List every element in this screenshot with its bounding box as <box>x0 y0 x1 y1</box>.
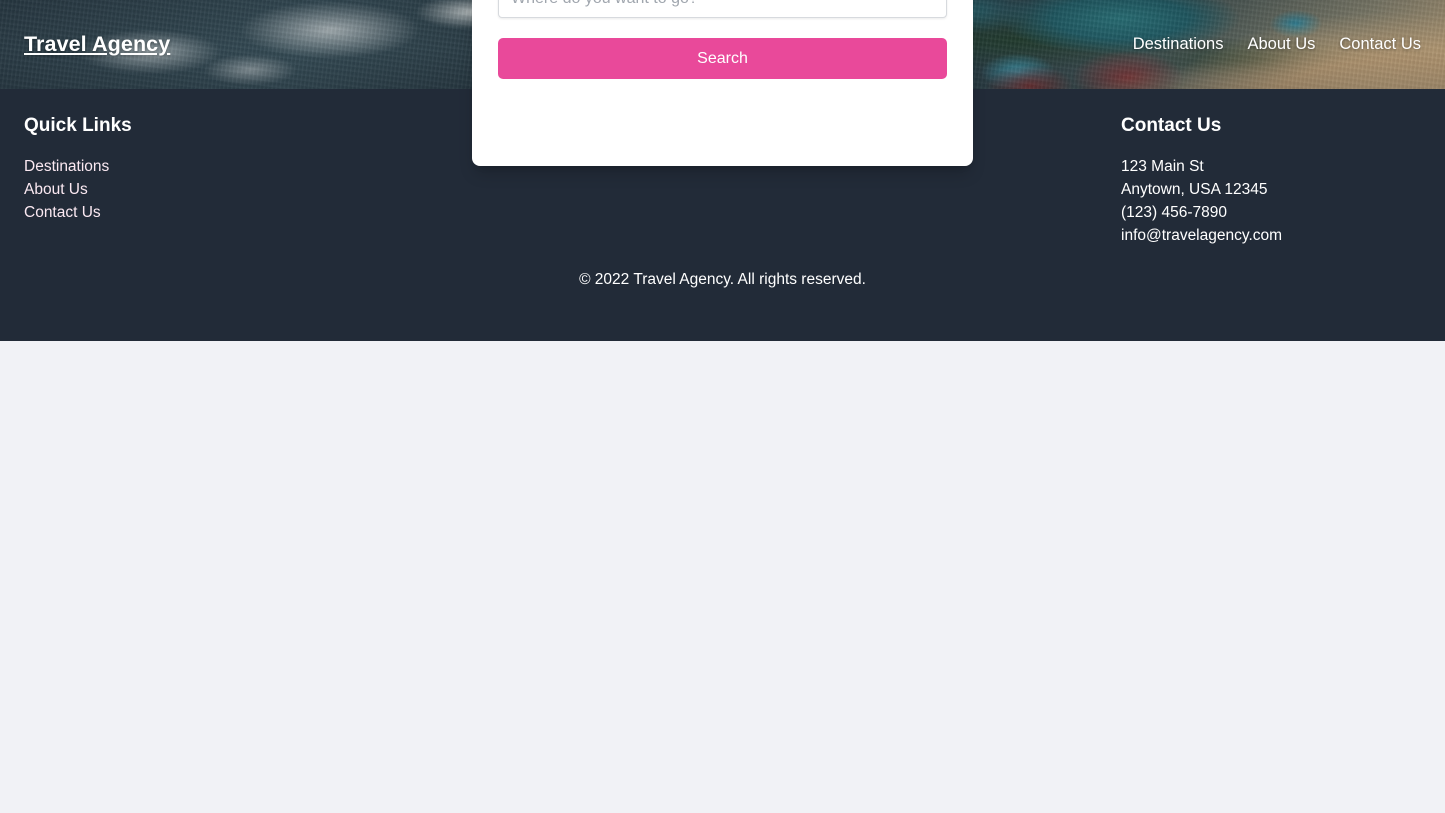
footer-link-contact-us[interactable]: Contact Us <box>24 201 324 224</box>
footer-column-contact: Contact Us 123 Main St Anytown, USA 1234… <box>1121 113 1421 247</box>
search-button[interactable]: Search <box>498 38 947 79</box>
footer-copyright: © 2022 Travel Agency. All rights reserve… <box>579 270 866 288</box>
nav-item-about-us: About Us <box>1248 35 1316 54</box>
search-input[interactable] <box>498 0 947 18</box>
nav-link-destinations[interactable]: Destinations <box>1133 35 1224 53</box>
brand-logo[interactable]: Travel Agency <box>24 32 170 57</box>
nav-item-contact-us: Contact Us <box>1339 35 1421 54</box>
contact-heading: Contact Us <box>1121 115 1222 136</box>
nav-link-list: Destinations About Us Contact Us <box>1133 35 1421 54</box>
quick-links-list: Destinations About Us Contact Us <box>24 155 324 224</box>
contact-phone: (123) 456-7890 <box>1121 203 1227 221</box>
footer-link-about-us[interactable]: About Us <box>24 178 324 201</box>
contact-address-line-1: 123 Main St <box>1121 157 1204 175</box>
search-card: Search <box>472 0 973 166</box>
contact-address-line-2: Anytown, USA 12345 <box>1121 180 1268 198</box>
nav-link-contact-us[interactable]: Contact Us <box>1339 35 1421 53</box>
search-form: Search <box>498 0 947 79</box>
quick-links-heading: Quick Links <box>24 115 132 136</box>
footer-column-quick-links: Quick Links Destinations About Us Contac… <box>24 113 324 224</box>
list-item: Contact Us <box>24 201 324 224</box>
nav-link-about-us[interactable]: About Us <box>1248 35 1316 53</box>
footer-link-destinations[interactable]: Destinations <box>24 155 324 178</box>
nav-item-destinations: Destinations <box>1133 35 1224 54</box>
contact-email: info@travelagency.com <box>1121 226 1283 244</box>
list-item: Destinations <box>24 155 324 178</box>
list-item: About Us <box>24 178 324 201</box>
